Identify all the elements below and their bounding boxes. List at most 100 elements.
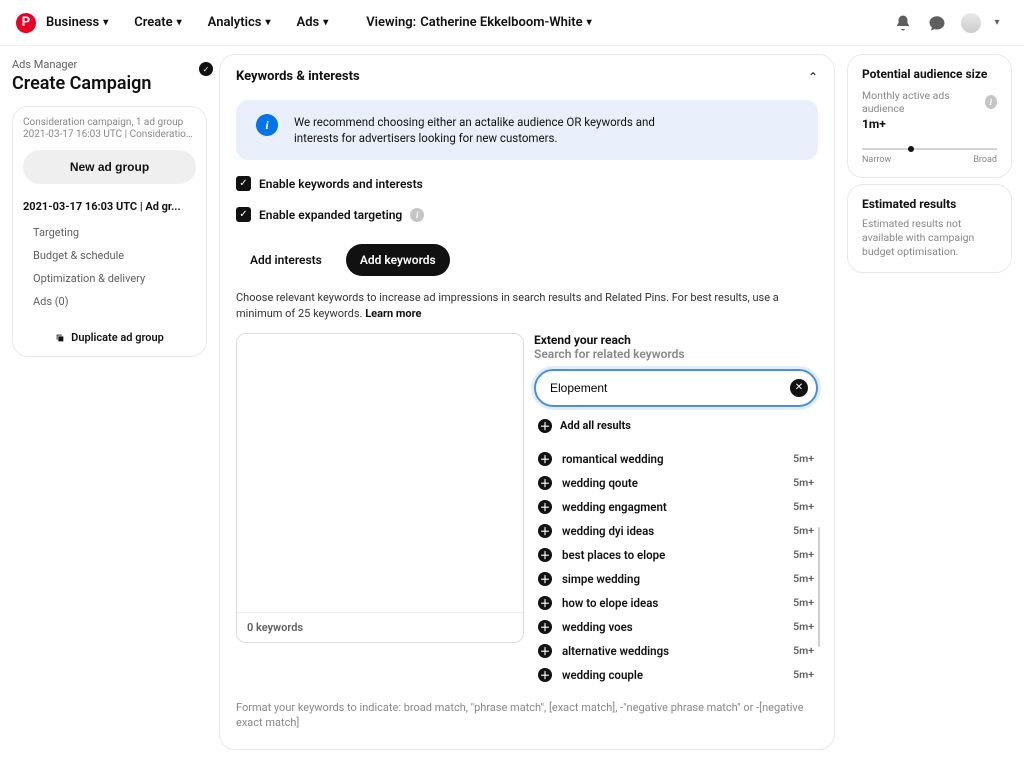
chevron-down-icon: ▾	[323, 17, 328, 28]
keyword-result-label: wedding couple	[562, 668, 643, 682]
campaign-card: Consideration campaign, 1 ad group 2021-…	[12, 106, 207, 357]
help-icon[interactable]: i	[410, 208, 424, 222]
info-icon: i	[256, 114, 278, 136]
sidebar-item-targeting[interactable]: Targeting	[33, 221, 196, 244]
info-text: We recommend choosing either an actalike…	[294, 114, 674, 146]
monthly-active-label: Monthly active ads audience	[862, 89, 981, 115]
new-ad-group-button[interactable]: New ad group	[23, 150, 196, 184]
keyword-result-label: simpe wedding	[562, 572, 640, 586]
keyword-result-row[interactable]: ＋ wedding engagment 5m+	[534, 495, 818, 519]
plus-icon: ＋	[538, 476, 552, 490]
avatar[interactable]	[960, 12, 982, 34]
potential-audience-title: Potential audience size	[862, 67, 997, 81]
plus-icon: ＋	[538, 620, 552, 634]
sidebar-item-optimization[interactable]: Optimization & delivery	[33, 267, 196, 290]
chevron-down-icon: ▾	[265, 17, 270, 28]
duplicate-ad-group-button[interactable]: Duplicate ad group	[23, 321, 196, 350]
audience-slider	[862, 147, 997, 151]
sidebar-item-ads[interactable]: Ads (0)	[33, 290, 196, 313]
help-icon[interactable]: i	[985, 95, 998, 109]
plus-icon: ＋	[538, 644, 552, 658]
keywords-count: 0 keywords	[237, 612, 523, 642]
keywords-textarea[interactable]: 0 keywords	[236, 333, 524, 643]
campaign-name: Consideration campaign, 1 ad group	[23, 117, 196, 128]
keyword-result-row[interactable]: ＋ best places to elope 5m+	[534, 543, 818, 567]
keyword-result-row[interactable]: ＋ wedding dyi ideas 5m+	[534, 519, 818, 543]
keyword-result-metric: 5m+	[793, 668, 814, 681]
keyword-result-label: wedding voes	[562, 620, 633, 634]
plus-icon: ＋	[538, 572, 552, 586]
enable-expanded-checkbox[interactable]: ✓	[236, 207, 251, 222]
narrow-label: Narrow	[862, 155, 891, 165]
keyword-result-label: wedding engagment	[562, 500, 667, 514]
nav-create[interactable]: Create▾	[134, 15, 181, 30]
chevron-down-icon: ▾	[177, 17, 182, 28]
collapse-icon[interactable]: ⌃	[808, 70, 818, 84]
plus-icon: ＋	[538, 524, 552, 538]
keyword-result-row[interactable]: ＋ romantical wedding 5m+	[534, 447, 818, 471]
estimated-results-desc: Estimated results not available with cam…	[862, 217, 997, 260]
nav-ads[interactable]: Ads▾	[297, 15, 329, 30]
keyword-result-metric: 5m+	[793, 500, 814, 513]
keyword-result-metric: 5m+	[793, 548, 814, 561]
duplicate-label: Duplicate ad group	[71, 331, 164, 344]
extend-reach-subtitle: Search for related keywords	[534, 347, 818, 361]
sidebar-item-budget[interactable]: Budget & schedule	[33, 244, 196, 267]
bell-icon[interactable]	[892, 12, 914, 34]
enable-expanded-label: Enable expanded targeting	[259, 208, 402, 222]
nav-analytics[interactable]: Analytics▾	[208, 15, 271, 30]
extend-reach-title: Extend your reach	[534, 333, 818, 347]
info-banner: i We recommend choosing either an actali…	[236, 100, 818, 160]
ads-manager-label: Ads Manager	[12, 58, 151, 71]
enable-keywords-checkbox[interactable]: ✓	[236, 176, 251, 191]
keyword-result-metric: 5m+	[793, 524, 814, 537]
keyword-result-label: how to elope ideas	[562, 596, 658, 610]
nav-viewing[interactable]: Viewing: Catherine Ekkelboom-White▾	[366, 15, 591, 30]
chat-icon[interactable]	[926, 12, 948, 34]
estimated-results-title: Estimated results	[862, 197, 997, 211]
campaign-subtitle: 2021-03-17 16:03 UTC | Consideration...	[23, 129, 196, 140]
keywords-description: Choose relevant keywords to increase ad …	[236, 290, 818, 321]
pinterest-logo-icon[interactable]: P	[16, 13, 36, 33]
keyword-result-row[interactable]: ＋ wedding voes 5m+	[534, 615, 818, 639]
keyword-result-metric: 5m+	[793, 572, 814, 585]
enable-keywords-label: Enable keywords and interests	[259, 177, 423, 191]
keyword-result-metric: 5m+	[793, 476, 814, 489]
keyword-result-metric: 5m+	[793, 596, 814, 609]
keyword-result-label: best places to elope	[562, 548, 665, 562]
keyword-result-label: wedding qoute	[562, 476, 638, 490]
chevron-down-icon: ▾	[103, 17, 108, 28]
keyword-result-label: alternative weddings	[562, 644, 669, 658]
clear-search-icon[interactable]: ✕	[790, 379, 808, 397]
chevron-down-icon: ▾	[587, 17, 592, 28]
top-nav: P Business▾ Create▾ Analytics▾ Ads▾ View…	[0, 0, 1024, 46]
tab-add-interests[interactable]: Add interests	[236, 244, 336, 276]
ad-group-name[interactable]: 2021-03-17 16:03 UTC | Ad gr...	[23, 200, 196, 213]
keyword-result-row[interactable]: ＋ wedding qoute 5m+	[534, 471, 818, 495]
keyword-result-row[interactable]: ＋ how to elope ideas 5m+	[534, 591, 818, 615]
keyword-result-metric: 5m+	[793, 620, 814, 633]
keyword-search-input[interactable]	[534, 369, 818, 407]
plus-icon: ＋	[538, 419, 552, 433]
plus-icon: ＋	[538, 500, 552, 514]
learn-more-link[interactable]: Learn more	[365, 307, 421, 320]
format-hint: Format your keywords to indicate: broad …	[236, 701, 818, 731]
plus-icon: ＋	[538, 596, 552, 610]
plus-icon: ＋	[538, 668, 552, 682]
keyword-result-row[interactable]: ＋ wedding couple 5m+	[534, 663, 818, 687]
add-all-results-button[interactable]: ＋ Add all results	[534, 419, 818, 433]
chevron-down-icon[interactable]: ▾	[986, 12, 1008, 34]
tab-add-keywords[interactable]: Add keywords	[346, 244, 450, 276]
duplicate-icon	[55, 333, 65, 343]
keyword-result-metric: 5m+	[793, 452, 814, 465]
nav-business[interactable]: Business▾	[46, 15, 108, 30]
plus-icon: ＋	[538, 548, 552, 562]
plus-icon: ＋	[538, 452, 552, 466]
keyword-result-label: wedding dyi ideas	[562, 524, 654, 538]
keyword-result-row[interactable]: ＋ alternative weddings 5m+	[534, 639, 818, 663]
keyword-result-row[interactable]: ＋ simpe wedding 5m+	[534, 567, 818, 591]
potential-audience-card: Potential audience size Monthly active a…	[847, 54, 1012, 178]
keyword-result-metric: 5m+	[793, 644, 814, 657]
keyword-result-label: romantical wedding	[562, 452, 664, 466]
broad-label: Broad	[973, 155, 997, 165]
